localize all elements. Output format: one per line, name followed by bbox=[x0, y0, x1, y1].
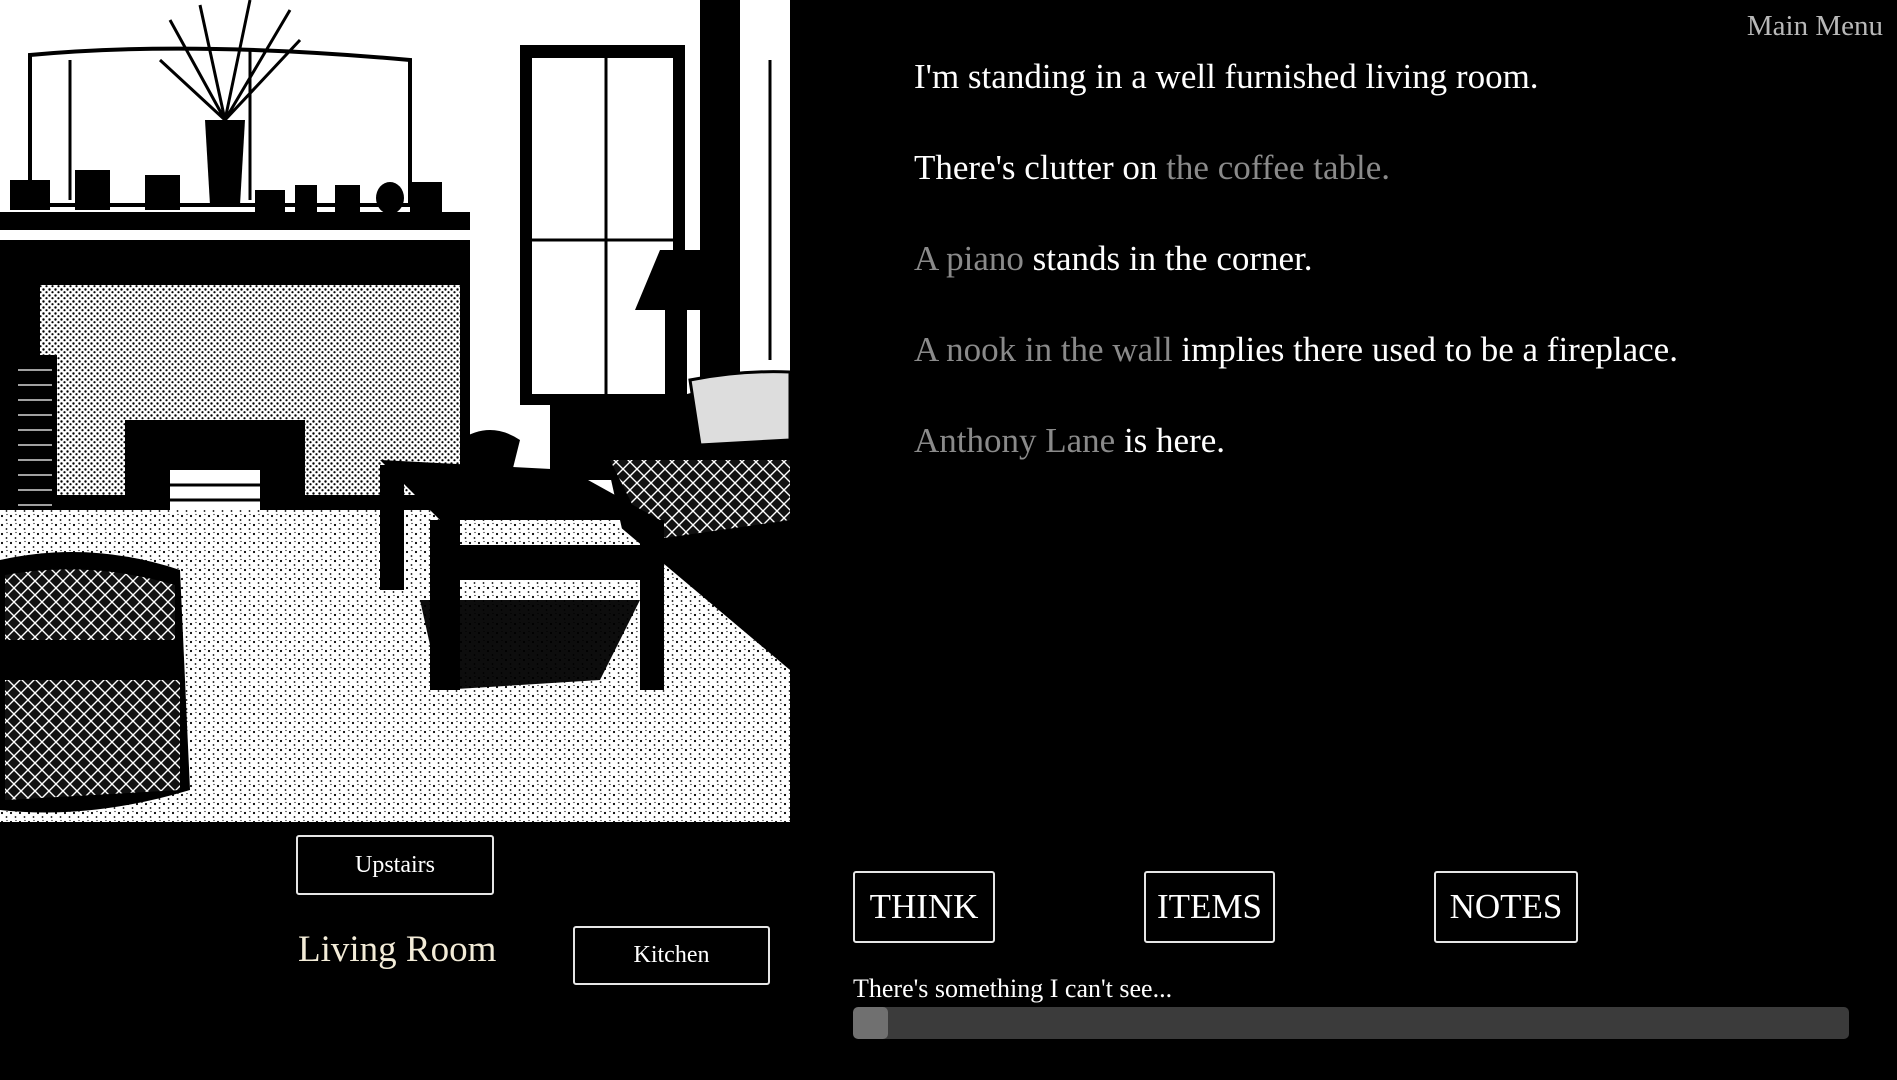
narrative-text: implies there used to be a fireplace. bbox=[1172, 330, 1678, 369]
current-location-label: Living Room bbox=[298, 929, 497, 970]
progress-fill bbox=[853, 1007, 888, 1039]
narrative-text: I'm standing in a well furnished living … bbox=[914, 57, 1539, 96]
narrative-line: Anthony Lane is here. bbox=[914, 414, 1854, 468]
anthony-lane-link[interactable]: Anthony Lane bbox=[914, 421, 1115, 460]
piano-link[interactable]: A piano bbox=[914, 239, 1024, 278]
narrative-line: I'm standing in a well furnished living … bbox=[914, 50, 1854, 104]
main-menu-button[interactable]: Main Menu bbox=[1747, 10, 1883, 43]
narrative-panel: I'm standing in a well furnished living … bbox=[914, 50, 1854, 505]
progress-bar bbox=[853, 1007, 1849, 1039]
items-button[interactable]: ITEMS bbox=[1144, 871, 1275, 943]
narrative-line: A piano stands in the corner. bbox=[914, 232, 1854, 286]
notes-button[interactable]: NOTES bbox=[1434, 871, 1578, 943]
narrative-text: stands in the corner. bbox=[1023, 239, 1313, 278]
narrative-line: A nook in the wall implies there used to… bbox=[914, 323, 1854, 377]
coffee-table-link[interactable]: the coffee table. bbox=[1166, 148, 1390, 187]
upstairs-button[interactable]: Upstairs bbox=[296, 835, 494, 895]
status-message: There's something I can't see... bbox=[853, 974, 1173, 1003]
narrative-text: is here. bbox=[1115, 421, 1226, 460]
scene-image bbox=[0, 0, 790, 822]
nook-link[interactable]: A nook in the wall bbox=[914, 330, 1173, 369]
kitchen-button[interactable]: Kitchen bbox=[573, 926, 770, 985]
think-button[interactable]: THINK bbox=[853, 871, 995, 943]
narrative-line: There's clutter on the coffee table. bbox=[914, 141, 1854, 195]
narrative-text: There's clutter on bbox=[914, 148, 1167, 187]
